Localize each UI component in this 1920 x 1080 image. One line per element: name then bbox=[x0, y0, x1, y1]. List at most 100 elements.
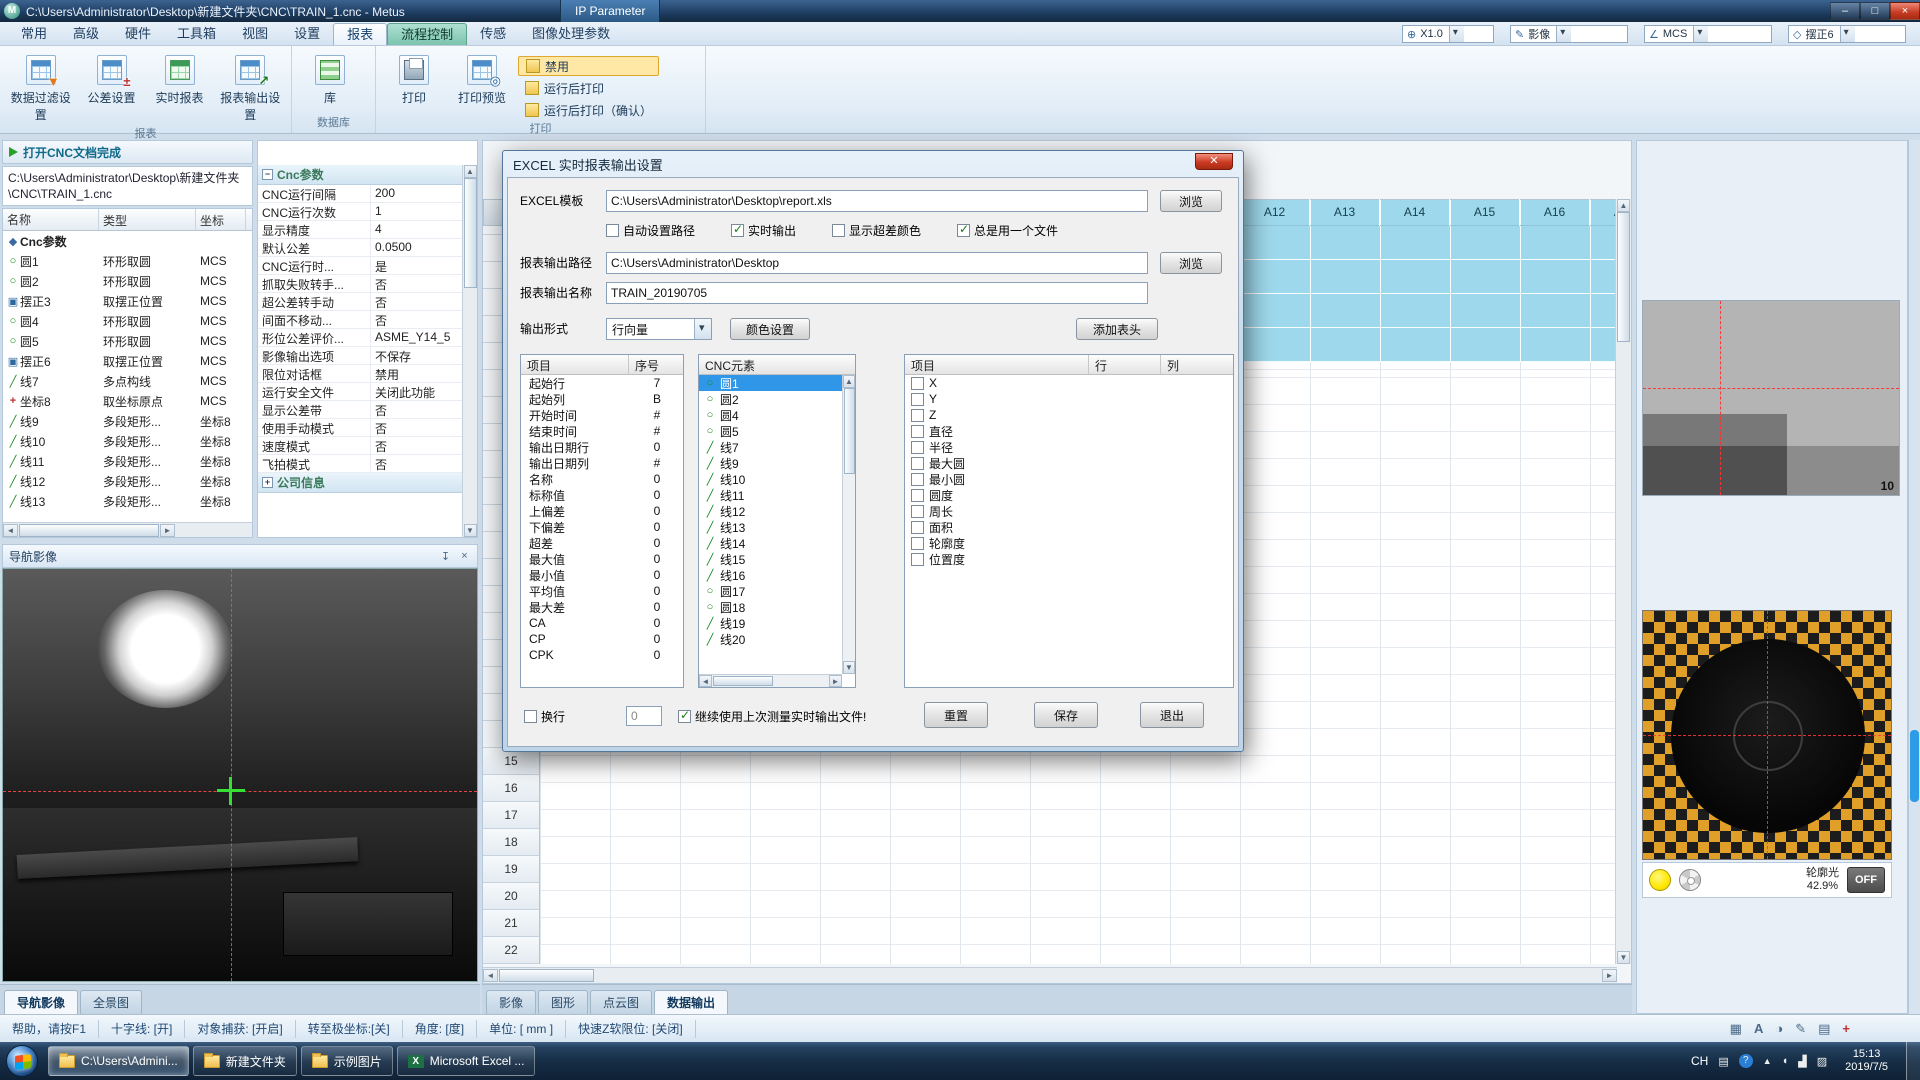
ribbon-tab[interactable]: 常用 bbox=[8, 23, 60, 45]
report-item-row[interactable]: CPK 0 bbox=[521, 647, 683, 663]
excel-template-input[interactable] bbox=[606, 190, 1148, 212]
report-item-row[interactable]: 输出日期列 # bbox=[521, 455, 683, 471]
cnc-element-item[interactable]: 圆17 bbox=[699, 583, 842, 599]
scroll-thumb[interactable] bbox=[499, 969, 594, 982]
property-section-company[interactable]: 公司信息 bbox=[258, 473, 464, 493]
report-item-row[interactable]: 结束时间 # bbox=[521, 423, 683, 439]
row-header[interactable]: 18 bbox=[483, 829, 540, 856]
property-row[interactable]: 影像输出选项 不保存 bbox=[258, 347, 464, 365]
scroll-down-icon[interactable] bbox=[1617, 951, 1630, 964]
scroll-down-icon[interactable] bbox=[843, 661, 855, 674]
zoom-combo[interactable]: X1.0 bbox=[1402, 25, 1494, 43]
maximize-button[interactable] bbox=[1860, 2, 1890, 20]
report-item-row[interactable]: 开始时间 # bbox=[521, 407, 683, 423]
continue-last-file-checkbox[interactable]: 继续使用上次测量实时输出文件! bbox=[678, 708, 866, 724]
checkbox-icon[interactable] bbox=[524, 710, 537, 723]
output-column-row[interactable]: 周长 bbox=[905, 503, 1233, 519]
tolerance-settings-button[interactable]: 公差设置 bbox=[80, 50, 144, 125]
close-button[interactable] bbox=[1890, 2, 1920, 20]
output-column-row[interactable]: Z bbox=[905, 407, 1233, 423]
print-after-run-button[interactable]: 运行后打印 bbox=[518, 78, 659, 98]
output-column-row[interactable]: 位置度 bbox=[905, 551, 1233, 567]
element-row[interactable]: 摆正3 取摆正位置 MCS bbox=[3, 291, 252, 311]
checkbox-icon[interactable] bbox=[911, 537, 924, 550]
column-header-item[interactable]: 项目 bbox=[905, 355, 1089, 374]
element-list-vscrollbar[interactable] bbox=[842, 375, 855, 674]
checkbox-icon[interactable] bbox=[731, 224, 744, 237]
property-row[interactable]: CNC运行次数 1 bbox=[258, 203, 464, 221]
image-combo[interactable]: 影像 bbox=[1510, 25, 1628, 43]
disable-print-button[interactable]: 禁用 bbox=[518, 56, 659, 76]
column-header[interactable]: A12 bbox=[1240, 199, 1310, 226]
ribbon-tab[interactable]: 报表 bbox=[333, 23, 387, 45]
scroll-down-icon[interactable] bbox=[464, 524, 477, 537]
nav-panel-tab[interactable]: 导航影像 bbox=[4, 990, 78, 1014]
status-bar-item[interactable]: 转至极坐标:[关] bbox=[296, 1020, 403, 1038]
crosshair-icon[interactable] bbox=[1842, 1021, 1850, 1037]
row-header[interactable]: 17 bbox=[483, 802, 540, 829]
status-bar-item[interactable]: 角度: [度] bbox=[403, 1020, 477, 1038]
row-header[interactable]: 21 bbox=[483, 910, 540, 937]
output-format-combo[interactable]: 行向量 bbox=[606, 318, 712, 340]
ring-light-icon[interactable] bbox=[1649, 869, 1671, 891]
contrast-icon[interactable] bbox=[1775, 1021, 1783, 1037]
optics-zoom-image[interactable]: 10 bbox=[1642, 300, 1900, 496]
row-header[interactable]: 19 bbox=[483, 856, 540, 883]
report-item-row[interactable]: 最大值 0 bbox=[521, 551, 683, 567]
element-row[interactable]: 线9 多段矩形... 坐标8 bbox=[3, 411, 252, 431]
cnc-element-item[interactable]: 线9 bbox=[699, 455, 842, 471]
ip-parameter-tab[interactable]: IP Parameter bbox=[560, 0, 660, 22]
taskbar-button[interactable]: C:\Users\Admini... bbox=[48, 1046, 189, 1076]
ribbon-tab[interactable]: 工具箱 bbox=[164, 23, 229, 45]
checkbox-icon[interactable] bbox=[911, 393, 924, 406]
close-icon[interactable] bbox=[458, 550, 471, 563]
checkbox-icon[interactable] bbox=[911, 489, 924, 502]
element-row[interactable]: 线13 多段矩形... 坐标8 bbox=[3, 491, 252, 511]
ribbon-tab[interactable]: 传感 bbox=[467, 23, 519, 45]
chevron-down-icon[interactable] bbox=[1556, 26, 1571, 42]
dialog-option-checkbox[interactable]: 显示超差颜色 bbox=[832, 222, 921, 238]
element-row[interactable]: 圆1 环形取圆 MCS bbox=[3, 251, 252, 271]
scroll-thumb[interactable] bbox=[464, 178, 477, 288]
column-header[interactable]: A15 bbox=[1450, 199, 1520, 226]
scroll-thumb[interactable] bbox=[19, 524, 159, 537]
cnc-element-item[interactable]: 线16 bbox=[699, 567, 842, 583]
report-item-row[interactable]: CP 0 bbox=[521, 631, 683, 647]
report-item-row[interactable]: 平均值 0 bbox=[521, 583, 683, 599]
column-header-item[interactable]: 项目 bbox=[521, 355, 629, 374]
row-header[interactable]: 16 bbox=[483, 775, 540, 802]
output-path-input[interactable] bbox=[606, 252, 1148, 274]
print-preview-button[interactable]: 打印预览 bbox=[450, 50, 514, 120]
property-row[interactable]: CNC运行时... 是 bbox=[258, 257, 464, 275]
element-row[interactable]: 圆5 环形取圆 MCS bbox=[3, 331, 252, 351]
keyboard-icon[interactable] bbox=[1718, 1055, 1728, 1068]
light-off-button[interactable]: OFF bbox=[1847, 867, 1885, 893]
cnc-element-item[interactable]: 线11 bbox=[699, 487, 842, 503]
checkbox-icon[interactable] bbox=[911, 377, 924, 390]
property-row[interactable]: 运行安全文件 关闭此功能 bbox=[258, 383, 464, 401]
column-header-row[interactable]: 行 bbox=[1089, 355, 1161, 374]
library-button[interactable]: 库 bbox=[298, 50, 362, 108]
ribbon-tab[interactable]: 流程控制 bbox=[387, 23, 467, 45]
cnc-element-item[interactable]: 线20 bbox=[699, 631, 842, 647]
scroll-left-icon[interactable] bbox=[3, 524, 18, 537]
scroll-left-icon[interactable] bbox=[699, 675, 712, 687]
action-center-icon[interactable] bbox=[1817, 1055, 1827, 1068]
row-header[interactable]: 15 bbox=[483, 748, 540, 775]
checkbox-icon[interactable] bbox=[911, 473, 924, 486]
properties-vscrollbar[interactable] bbox=[462, 165, 477, 537]
show-desktop-button[interactable] bbox=[1906, 1042, 1920, 1080]
font-icon[interactable] bbox=[1754, 1021, 1763, 1037]
realtime-report-button[interactable]: 实时报表 bbox=[148, 50, 212, 125]
print-after-run-confirm-button[interactable]: 运行后打印（确认） bbox=[518, 100, 659, 120]
cnc-element-item[interactable]: 圆1 bbox=[699, 375, 842, 391]
column-header-index[interactable]: 序号 bbox=[629, 355, 683, 374]
element-list-hscrollbar[interactable] bbox=[699, 674, 842, 687]
report-item-row[interactable]: 下偏差 0 bbox=[521, 519, 683, 535]
status-bar-item[interactable]: 快速Z软限位: [关闭] bbox=[566, 1020, 696, 1038]
collapse-icon[interactable] bbox=[262, 169, 273, 180]
element-table-hscrollbar[interactable] bbox=[3, 522, 252, 537]
scroll-up-icon[interactable] bbox=[1617, 199, 1630, 212]
element-row[interactable]: 线10 多段矩形... 坐标8 bbox=[3, 431, 252, 451]
property-row[interactable]: 间面不移动... 否 bbox=[258, 311, 464, 329]
